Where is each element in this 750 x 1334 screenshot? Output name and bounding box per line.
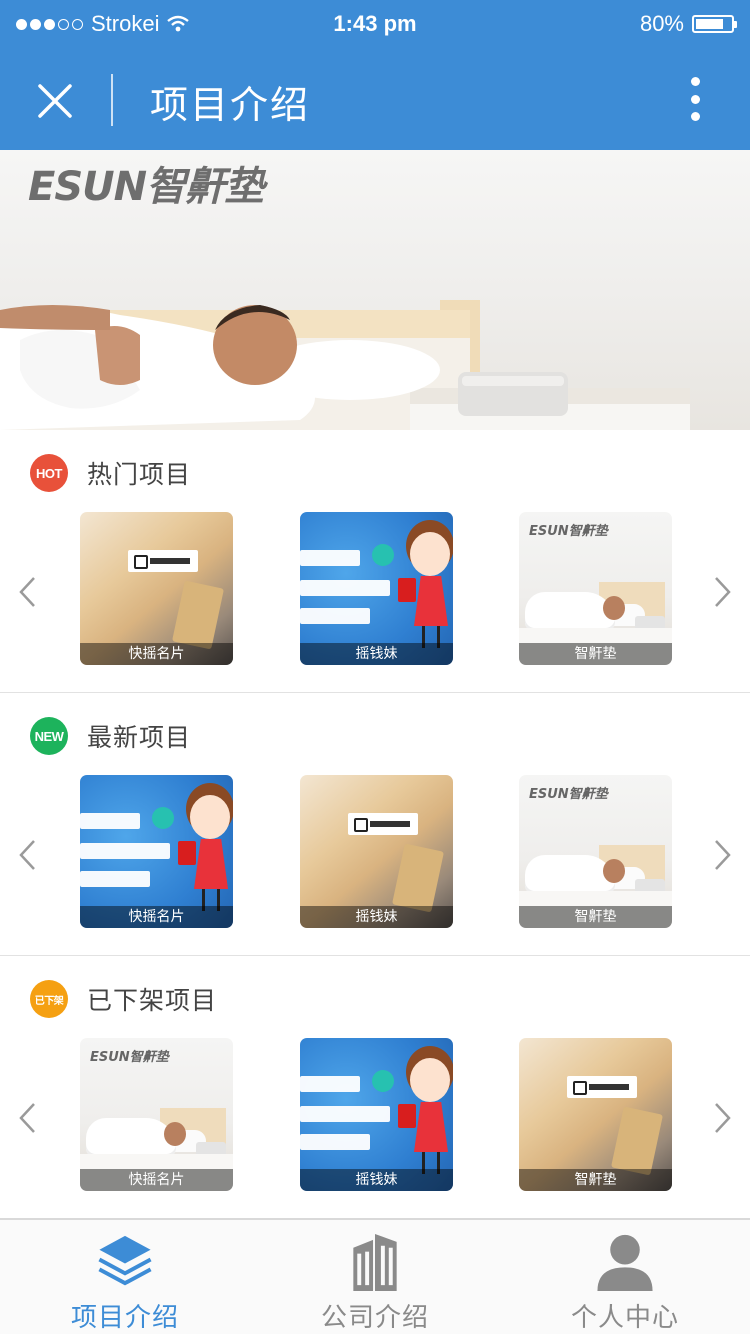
arrow-right-icon[interactable] xyxy=(710,575,734,609)
more-options-button[interactable] xyxy=(680,74,710,124)
card-phone xyxy=(610,1106,664,1176)
arrow-left-icon[interactable] xyxy=(16,1101,40,1135)
nav-bar: 项目介绍 xyxy=(0,48,750,150)
close-icon xyxy=(38,84,72,118)
project-card[interactable]: 摇钱妹 xyxy=(300,775,453,928)
wifi-icon xyxy=(167,15,190,32)
card-logo: ESUN智鼾垫 xyxy=(90,1050,169,1065)
tab-company[interactable]: 公司介绍 xyxy=(250,1220,500,1334)
section-header: HOT 热门项目 xyxy=(30,454,191,492)
arrow-right-icon[interactable] xyxy=(710,1101,734,1135)
project-card[interactable]: ESUN智鼾垫 智鼾垫 xyxy=(519,512,672,665)
building-icon xyxy=(353,1233,397,1292)
tab-label: 项目介绍 xyxy=(70,1303,179,1333)
card-caption: 智鼾垫 xyxy=(519,1169,672,1191)
project-card[interactable]: ESUN智鼾垫 智鼾垫 xyxy=(519,775,672,928)
tab-profile[interactable]: 个人中心 xyxy=(500,1220,750,1334)
project-card[interactable]: ESUN智鼾垫 快摇名片 xyxy=(80,1038,233,1191)
card-logo: ESUN智鼾垫 xyxy=(529,524,608,539)
section-offline: 已下架 已下架项目 ESUN智鼾垫 快摇名片 摇钱妹 智鼾垫 xyxy=(0,956,750,1219)
battery-icon xyxy=(692,15,737,33)
card-logo: ESUN智鼾垫 xyxy=(529,787,608,802)
bluetooth-icon xyxy=(372,544,394,566)
page-title: 项目介绍 xyxy=(150,83,311,127)
card-caption: 摇钱妹 xyxy=(300,643,453,665)
banner[interactable]: ESUN智鼾垫 xyxy=(0,150,750,430)
arrow-right-icon[interactable] xyxy=(710,838,734,872)
tab-label: 公司介绍 xyxy=(320,1303,429,1333)
section-new: NEW 最新项目 快摇名片 摇钱妹 ESUN智鼾垫 智鼾垫 xyxy=(0,693,750,956)
project-card[interactable]: 快摇名片 xyxy=(80,775,233,928)
clock: 1:43 pm xyxy=(333,11,417,36)
card-phone xyxy=(391,843,445,913)
bluetooth-icon xyxy=(372,1070,394,1092)
signal-strength-icon xyxy=(16,18,83,30)
new-badge-icon: NEW xyxy=(30,717,68,755)
tab-label: 个人中心 xyxy=(570,1303,679,1333)
section-hot: HOT 热门项目 快摇名片 摇钱妹 ESUN智鼾垫 智鼾垫 xyxy=(0,430,750,693)
section-title: 已下架项目 xyxy=(87,986,218,1015)
close-button[interactable] xyxy=(30,76,80,126)
section-title: 热门项目 xyxy=(87,460,192,489)
hot-badge-icon: HOT xyxy=(30,454,68,492)
card-caption: 智鼾垫 xyxy=(519,906,672,928)
banner-logo: ESUN智鼾垫 xyxy=(28,164,264,210)
card-caption: 快摇名片 xyxy=(80,643,233,665)
card-caption: 快摇名片 xyxy=(80,1169,233,1191)
section-header: 已下架 已下架项目 xyxy=(30,980,217,1018)
arrow-left-icon[interactable] xyxy=(16,575,40,609)
nav-divider xyxy=(111,74,113,126)
red-envelope-icon xyxy=(398,578,416,602)
project-card[interactable]: 智鼾垫 xyxy=(519,1038,672,1191)
project-card[interactable]: 摇钱妹 xyxy=(300,512,453,665)
section-title: 最新项目 xyxy=(87,723,192,752)
bluetooth-icon xyxy=(152,807,174,829)
tab-bar: 项目介绍 公司介绍 个人中心 xyxy=(0,1218,750,1334)
card-caption: 摇钱妹 xyxy=(300,906,453,928)
tab-projects[interactable]: 项目介绍 xyxy=(0,1220,250,1334)
carrier-area: Strokei xyxy=(16,11,266,37)
offline-badge-icon: 已下架 xyxy=(30,980,68,1018)
card-caption: 摇钱妹 xyxy=(300,1169,453,1191)
battery-area: 80% xyxy=(484,11,737,37)
battery-percent: 80% xyxy=(639,11,684,36)
layers-icon xyxy=(98,1235,152,1286)
card-logo xyxy=(567,1076,637,1098)
red-envelope-icon xyxy=(178,841,196,865)
status-bar: Strokei 1:43 pm 80% xyxy=(0,0,750,48)
person-icon xyxy=(597,1234,653,1292)
project-card[interactable]: 摇钱妹 xyxy=(300,1038,453,1191)
card-logo xyxy=(128,550,198,572)
battery-fill xyxy=(696,19,724,29)
carrier-name: Strokei xyxy=(91,11,160,36)
card-caption: 智鼾垫 xyxy=(519,643,672,665)
card-phone xyxy=(171,580,225,650)
red-envelope-icon xyxy=(398,1104,416,1128)
card-logo xyxy=(348,813,418,835)
more-vertical-icon xyxy=(690,77,700,86)
arrow-left-icon[interactable] xyxy=(16,838,40,872)
section-header: NEW 最新项目 xyxy=(30,717,191,755)
project-card[interactable]: 快摇名片 xyxy=(80,512,233,665)
card-caption: 快摇名片 xyxy=(80,906,233,928)
